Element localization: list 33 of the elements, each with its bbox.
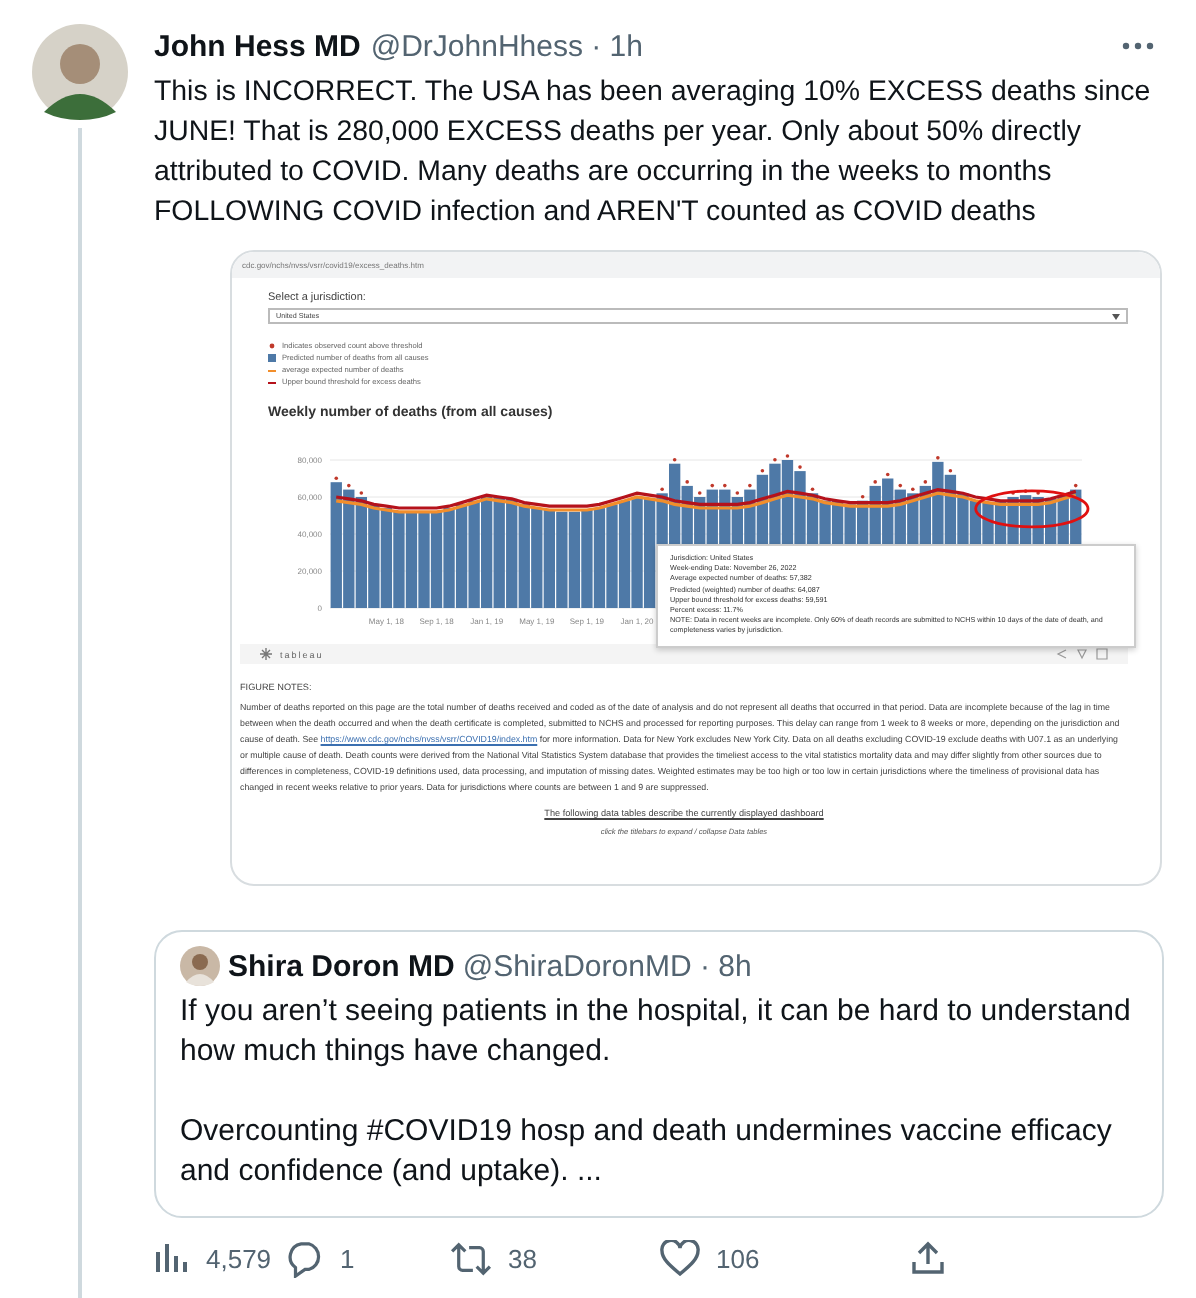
- excess-dot: [885, 472, 890, 477]
- quote-text: Overcounting #COVID19 hosp and death undermines vaccine efficacy and confidence (and uptake). ...: [180, 1112, 1114, 1192]
- quoted-tweet[interactable]: [154, 930, 1164, 1218]
- reply-icon[interactable]: [286, 1239, 324, 1277]
- author-handle[interactable]: @DrJohnHhess · 1h: [370, 29, 643, 63]
- excess-dot: [860, 494, 865, 499]
- action-count: 38: [508, 1243, 537, 1273]
- download-icon[interactable]: [1076, 648, 1088, 660]
- more-icon[interactable]: [1122, 42, 1154, 50]
- excess-dot: [710, 483, 715, 488]
- excess-dot: [1073, 483, 1078, 488]
- embedded-screenshot[interactable]: [230, 250, 1162, 886]
- logo-icon: [260, 648, 272, 660]
- author-name[interactable]: Shira Doron MD: [228, 949, 455, 983]
- excess-dot: [898, 483, 903, 488]
- action-count: 4,579: [206, 1243, 272, 1273]
- hand-drawn-circle: [974, 489, 1090, 529]
- bar-chart-icon[interactable]: [154, 1240, 190, 1276]
- caret-icon: [1112, 313, 1120, 319]
- action-count: 106: [716, 1243, 760, 1273]
- excess-dot: [810, 487, 815, 492]
- excess-dot: [672, 457, 677, 462]
- author-handle[interactable]: @ShiraDoronMD · 8h: [462, 949, 752, 983]
- share-icon[interactable]: [910, 1240, 946, 1276]
- action-count: 1: [340, 1243, 355, 1273]
- tweet-text: This is INCORRECT. The USA has been averaging 10% EXCESS deaths since JUNE! That is 280,000 EXCESS deaths per year. Only about 50% directly attributed to COVID. Many deaths are occurring in the weeks to months FOLLOWING COVID infection and AREN'T counted as COVID deaths: [154, 74, 1153, 232]
- avatar[interactable]: [180, 946, 220, 986]
- avatar[interactable]: [32, 24, 128, 120]
- retweet-icon[interactable]: [450, 1241, 492, 1275]
- quote-text: If you aren’t seeing patients in the hospital, it can be hard to understand how much things have changed.: [180, 992, 1133, 1072]
- heart-icon[interactable]: [660, 1240, 700, 1276]
- share-icon[interactable]: [1056, 648, 1068, 660]
- author-name[interactable]: John Hess MD: [154, 29, 361, 63]
